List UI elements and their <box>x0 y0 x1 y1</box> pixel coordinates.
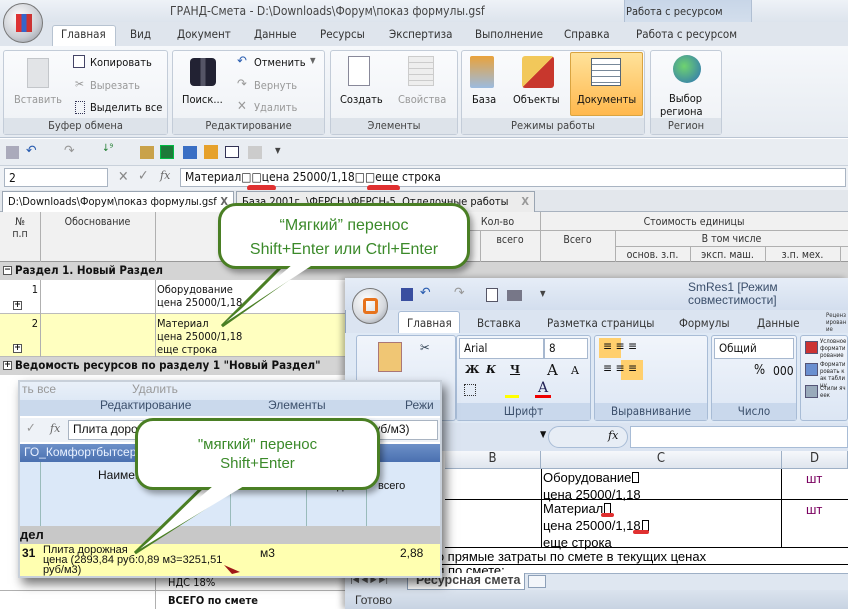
app-logo-icon <box>16 14 32 32</box>
app-menu-button[interactable] <box>3 3 43 43</box>
callout-tail-cover <box>140 264 314 549</box>
